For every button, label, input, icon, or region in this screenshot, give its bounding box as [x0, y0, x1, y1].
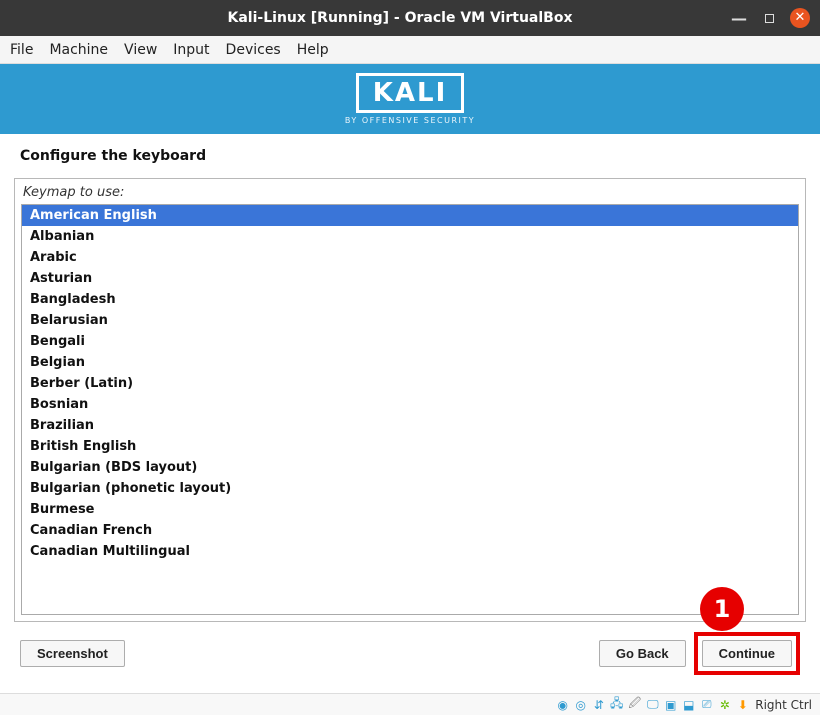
cpu-icon[interactable]: ⎚: [699, 697, 714, 712]
menu-bar: File Machine View Input Devices Help: [0, 36, 820, 64]
go-back-button[interactable]: Go Back: [599, 640, 686, 667]
keymap-option[interactable]: Burmese: [22, 499, 798, 520]
keymap-option[interactable]: Belgian: [22, 352, 798, 373]
display-icon[interactable]: 🖵: [645, 697, 660, 712]
recording-icon[interactable]: ⬓: [681, 697, 696, 712]
menu-devices[interactable]: Devices: [226, 42, 281, 58]
keymap-option[interactable]: Berber (Latin): [22, 373, 798, 394]
hdd-icon[interactable]: ◉: [555, 697, 570, 712]
keymap-option[interactable]: Canadian French: [22, 520, 798, 541]
kali-banner: KALI BY OFFENSIVE SECURITY: [0, 64, 820, 134]
keymap-option[interactable]: Brazilian: [22, 415, 798, 436]
window-titlebar: Kali-Linux [Running] - Oracle VM Virtual…: [0, 0, 820, 36]
keymap-option[interactable]: British English: [22, 436, 798, 457]
annotation-callout-1: 1: [700, 587, 744, 631]
settings-icon[interactable]: ✲: [717, 697, 732, 712]
installer-content: Configure the keyboard Keymap to use: Am…: [0, 134, 820, 693]
keymap-option[interactable]: Bulgarian (phonetic layout): [22, 478, 798, 499]
network-icon[interactable]: 🖧: [609, 697, 624, 712]
keymap-option[interactable]: Bulgarian (BDS layout): [22, 457, 798, 478]
keymap-option[interactable]: Bosnian: [22, 394, 798, 415]
keymap-panel: Keymap to use: American EnglishAlbanianA…: [14, 178, 806, 622]
keymap-option[interactable]: Albanian: [22, 226, 798, 247]
keymap-label: Keymap to use:: [15, 185, 805, 204]
window-title: Kali-Linux [Running] - Oracle VM Virtual…: [70, 10, 730, 26]
menu-view[interactable]: View: [124, 42, 157, 58]
keymap-option[interactable]: Arabic: [22, 247, 798, 268]
kali-logo: KALI: [356, 73, 465, 113]
usb-icon[interactable]: ⇵: [591, 697, 606, 712]
continue-highlight: Continue: [694, 632, 800, 675]
keymap-option[interactable]: Belarusian: [22, 310, 798, 331]
section-title: Configure the keyboard: [14, 148, 806, 164]
keymap-listbox[interactable]: American EnglishAlbanianArabicAsturianBa…: [21, 204, 799, 615]
keymap-option[interactable]: Bangladesh: [22, 289, 798, 310]
minimize-button[interactable]: —: [730, 9, 748, 27]
keymap-option[interactable]: Bengali: [22, 331, 798, 352]
continue-button[interactable]: Continue: [702, 640, 792, 667]
audio-icon[interactable]: ▣: [663, 697, 678, 712]
menu-machine[interactable]: Machine: [49, 42, 108, 58]
keymap-option[interactable]: Asturian: [22, 268, 798, 289]
button-bar: Screenshot Go Back Continue: [14, 622, 806, 685]
vm-window: Kali-Linux [Running] - Oracle VM Virtual…: [0, 0, 820, 715]
menu-file[interactable]: File: [10, 42, 33, 58]
menu-help[interactable]: Help: [297, 42, 329, 58]
window-controls: — ✕: [730, 8, 810, 28]
kali-tagline: BY OFFENSIVE SECURITY: [345, 116, 475, 125]
maximize-button[interactable]: [760, 9, 778, 27]
keymap-option[interactable]: American English: [22, 205, 798, 226]
keymap-option[interactable]: Canadian Multilingual: [22, 541, 798, 562]
close-button[interactable]: ✕: [790, 8, 810, 28]
hostkey-label: Right Ctrl: [755, 698, 812, 712]
status-bar: ◉ ◎ ⇵ 🖧 🖉 🖵 ▣ ⬓ ⎚ ✲ ⬇ Right Ctrl: [0, 693, 820, 715]
optical-icon[interactable]: ◎: [573, 697, 588, 712]
shared-folder-icon[interactable]: 🖉: [627, 697, 642, 712]
mouse-capture-icon[interactable]: ⬇: [735, 697, 750, 712]
screenshot-button[interactable]: Screenshot: [20, 640, 125, 667]
menu-input[interactable]: Input: [173, 42, 209, 58]
